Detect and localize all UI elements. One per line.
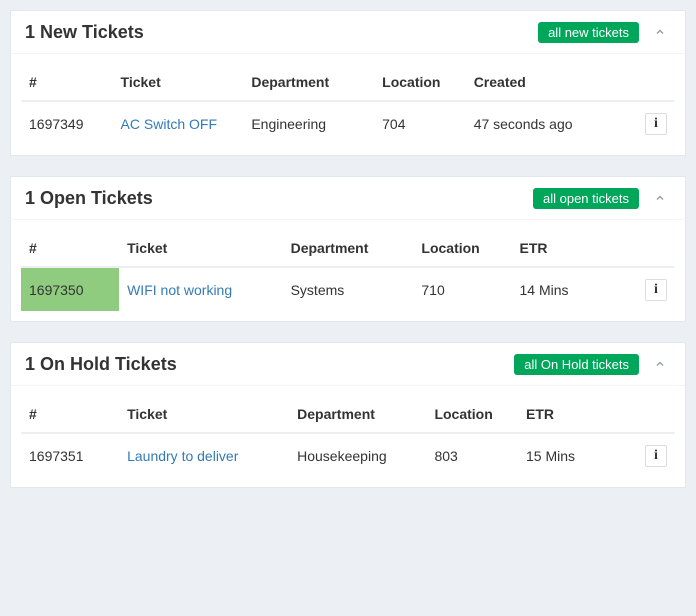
panel-title: 1 On Hold Tickets [25,354,514,375]
panel-body: #TicketDepartmentLocationCreated1697349A… [11,54,685,155]
actions-cell: i [636,267,675,311]
column-header: Department [283,230,414,267]
tickets-table: #TicketDepartmentLocationCreated1697349A… [21,64,675,145]
column-header: Ticket [119,396,289,433]
column-header: Ticket [113,64,244,101]
column-header: ETR [518,396,636,433]
column-header: Department [289,396,426,433]
panel-title: 1 New Tickets [25,22,538,43]
column-header [636,64,675,101]
column-header: Location [426,396,518,433]
ticket-link[interactable]: WIFI not working [127,282,232,298]
time-cell: 47 seconds ago [466,101,636,145]
column-header: # [21,230,119,267]
location-cell: 803 [426,433,518,477]
panel-body: #TicketDepartmentLocationETR1697350WIFI … [11,220,685,321]
department-cell: Engineering [243,101,374,145]
column-header: Location [374,64,466,101]
ticket-id: 1697351 [21,433,119,477]
panel-body: #TicketDepartmentLocationETR1697351Laund… [11,386,685,487]
all-tickets-badge[interactable]: all On Hold tickets [514,354,639,375]
table-row: 1697351 Laundry to deliver Housekeeping803… [21,433,675,477]
location-cell: 704 [374,101,466,145]
time-cell: 14 Mins [511,267,635,311]
ticket-panel: 1 On Hold Ticketsall On Hold tickets #Tic… [10,342,686,488]
ticket-cell: WIFI not working [119,267,283,311]
tickets-table: #TicketDepartmentLocationETR1697350WIFI … [21,230,675,311]
department-cell: Systems [283,267,414,311]
column-header [636,230,675,267]
info-icon[interactable]: i [645,445,667,467]
all-tickets-badge[interactable]: all new tickets [538,22,639,43]
actions-cell: i [636,101,675,145]
ticket-id: 1697350 [21,267,119,311]
column-header: Location [413,230,511,267]
table-header-row: #TicketDepartmentLocationCreated [21,64,675,101]
actions-cell: i [636,433,675,477]
tickets-table: #TicketDepartmentLocationETR1697351Laund… [21,396,675,477]
panel-header: 1 Open Ticketsall open tickets [11,177,685,220]
column-header: Ticket [119,230,283,267]
panel-header: 1 On Hold Ticketsall On Hold tickets [11,343,685,386]
panel-header: 1 New Ticketsall new tickets [11,11,685,54]
location-cell: 710 [413,267,511,311]
table-header-row: #TicketDepartmentLocationETR [21,396,675,433]
ticket-id: 1697349 [21,101,113,145]
ticket-cell: AC Switch OFF [113,101,244,145]
ticket-link[interactable]: AC Switch OFF [121,116,217,132]
column-header: ETR [511,230,635,267]
info-icon[interactable]: i [645,113,667,135]
all-tickets-badge[interactable]: all open tickets [533,188,639,209]
chevron-up-icon[interactable] [649,21,671,43]
chevron-up-icon[interactable] [649,187,671,209]
column-header: # [21,396,119,433]
column-header: Department [243,64,374,101]
ticket-link[interactable]: Laundry to deliver [127,448,238,464]
department-cell: Housekeeping [289,433,426,477]
time-cell: 15 Mins [518,433,636,477]
column-header: # [21,64,113,101]
column-header: Created [466,64,636,101]
info-icon[interactable]: i [645,279,667,301]
ticket-cell: Laundry to deliver [119,433,289,477]
table-row: 1697349 AC Switch OFF Engineering70447 sec… [21,101,675,145]
ticket-panel: 1 Open Ticketsall open tickets #TicketDep… [10,176,686,322]
ticket-panel: 1 New Ticketsall new tickets #TicketDepar… [10,10,686,156]
panel-title: 1 Open Tickets [25,188,533,209]
table-row: 1697350 WIFI not working Systems71014 Mins… [21,267,675,311]
column-header [636,396,675,433]
table-header-row: #TicketDepartmentLocationETR [21,230,675,267]
chevron-up-icon[interactable] [649,353,671,375]
